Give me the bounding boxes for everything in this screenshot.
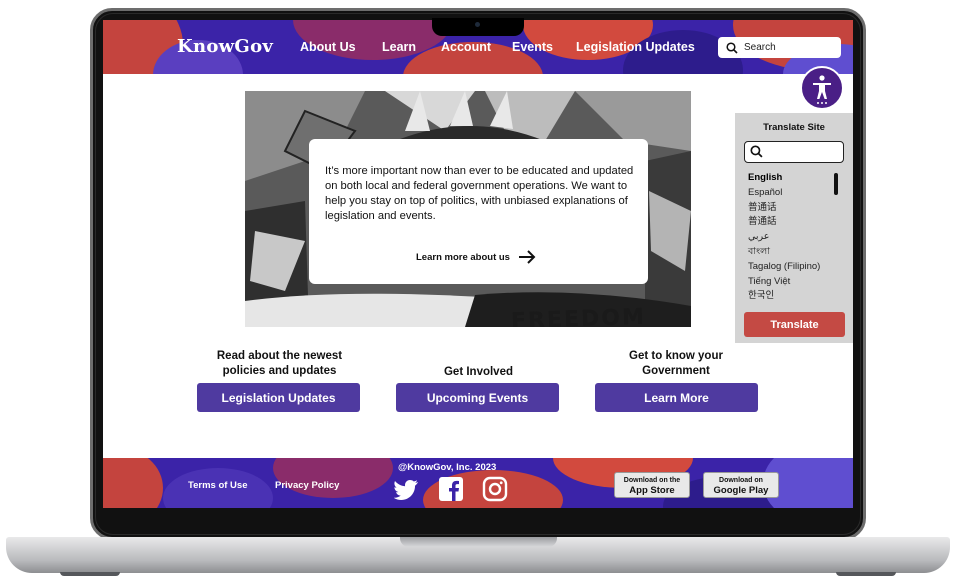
terms-of-use-link[interactable]: Terms of Use [188,480,247,491]
google-play-line2: Google Play [713,485,769,496]
translate-panel: Translate Site English Español 普通话 普通話 ع… [735,113,853,343]
search-placeholder: Search [744,42,776,53]
site-footer: Terms of Use Privacy Policy @KnowGov, In… [103,458,853,508]
camera-notch [432,18,524,36]
nav-events[interactable]: Events [512,40,553,54]
screen: KnowGov About Us Learn Account Events Le… [103,20,853,508]
site-logo[interactable]: KnowGov [177,36,273,57]
search-input[interactable]: Search [718,37,841,58]
language-option-korean[interactable]: 한국인 [748,289,820,304]
laptop-base-lip [400,537,557,547]
learn-more-about-us-label: Learn more about us [416,251,510,263]
instagram-icon[interactable] [482,476,508,502]
nav-about-us[interactable]: About Us [300,40,356,54]
column-label-government: Get to know your Government [629,350,723,377]
search-icon [726,41,738,54]
language-option-tagalog[interactable]: Tagalog (Filipino) [748,260,820,275]
learn-more-about-us-link[interactable]: Learn more about us [416,250,536,264]
language-option-english[interactable]: English [748,171,820,186]
language-option-mandarin-simplified[interactable]: 普通话 [748,201,820,216]
laptop-foot-left [60,572,120,576]
legislation-updates-button[interactable]: Legislation Updates [197,383,360,412]
language-option-vietnamese[interactable]: Tiếng Việt [748,275,820,290]
twitter-icon[interactable] [394,476,420,502]
camera-icon [475,22,480,27]
upcoming-events-button[interactable]: Upcoming Events [396,383,559,412]
app-store-badge[interactable]: Download on the App Store [614,472,690,498]
column-label-get-involved: Get Involved [443,366,514,378]
mural-text: FREEDOM [510,304,647,327]
language-option-spanish[interactable]: Español [748,186,820,201]
column-label-policies: Read about the newest policies and updat… [216,350,343,377]
app-store-line2: App Store [629,485,675,496]
language-search-input[interactable] [744,141,844,163]
nav-account[interactable]: Account [441,40,491,54]
hero-banner: FREEDOM It’s more important now than eve… [245,91,691,327]
language-option-bengali[interactable]: বাংলা [748,245,820,260]
language-option-arabic[interactable]: عربي [748,230,820,245]
privacy-policy-link[interactable]: Privacy Policy [275,480,339,491]
copyright-text: @KnowGov, Inc. 2023 [398,462,497,473]
translate-panel-title: Translate Site [763,122,825,133]
language-list: English Español 普通话 普通話 عربي বাংলা Tagal… [748,171,820,304]
accessibility-icon [813,75,831,104]
footer-blob [103,458,163,508]
app-store-line1: Download on the [623,477,681,484]
laptop-foot-right [836,572,896,576]
footer-blob [273,458,393,498]
nav-legislation-updates[interactable]: Legislation Updates [576,40,695,54]
arrow-right-icon [518,250,536,264]
hero-description: It’s more important now than ever to be … [325,165,634,222]
google-play-badge[interactable]: Download on Google Play [703,472,779,498]
language-option-mandarin-traditional[interactable]: 普通話 [748,215,820,230]
language-list-scrollbar[interactable] [834,173,838,195]
hero-card: It’s more important now than ever to be … [309,139,648,284]
learn-more-button[interactable]: Learn More [595,383,758,412]
google-play-line1: Download on [719,477,763,484]
search-icon [750,145,763,158]
facebook-icon[interactable] [438,476,464,502]
translate-button[interactable]: Translate [744,312,845,337]
accessibility-button[interactable] [800,66,844,110]
nav-learn[interactable]: Learn [382,40,416,54]
